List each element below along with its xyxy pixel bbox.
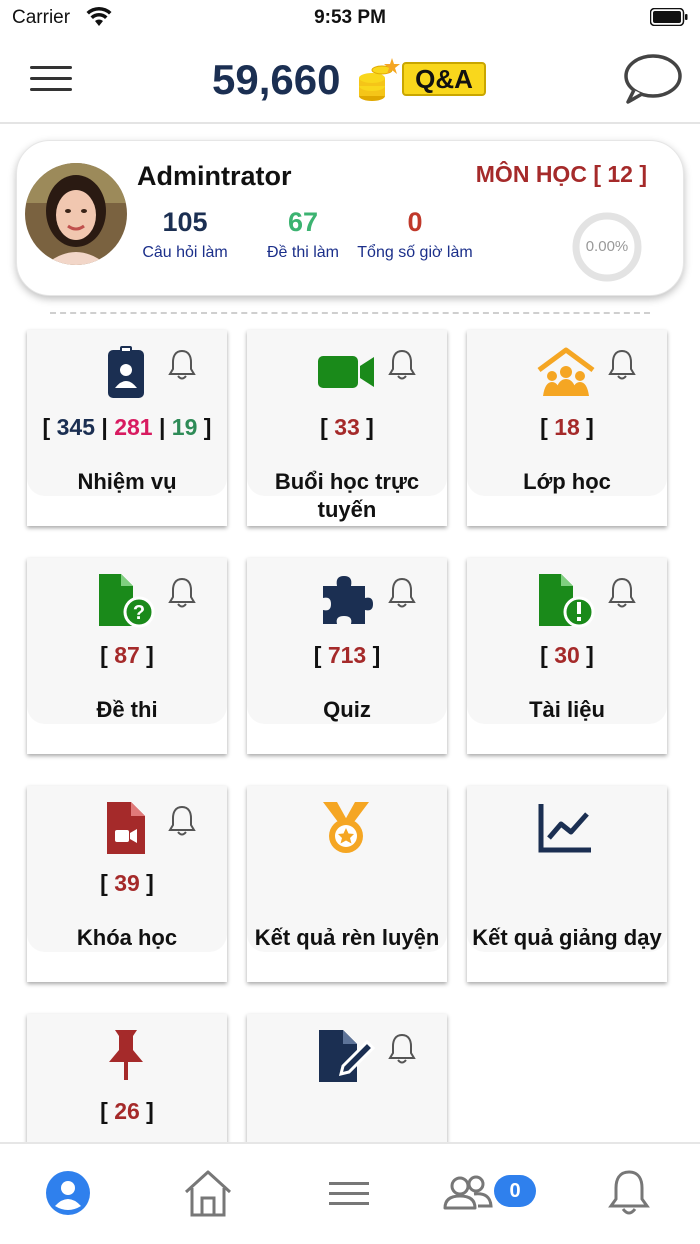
menu-icon-bar bbox=[30, 66, 72, 69]
coins-icon bbox=[359, 58, 400, 101]
battery-icon bbox=[650, 8, 688, 26]
menu-button[interactable] bbox=[30, 66, 72, 94]
count-value: 19 bbox=[171, 414, 198, 440]
bell-icon[interactable] bbox=[607, 348, 637, 382]
profile-card[interactable]: Admintrator MÔN HỌC [ 12 ] 105 Câu hỏi l… bbox=[16, 140, 684, 296]
count-value: 33 bbox=[334, 414, 360, 440]
tile-count: [ 30 ] bbox=[540, 642, 594, 668]
tile-label: Lớp học bbox=[523, 469, 611, 494]
profile-icon[interactable] bbox=[43, 1168, 93, 1218]
tile-label: Tài liệu bbox=[529, 697, 605, 722]
tile-count: [ 713 ] bbox=[313, 642, 381, 668]
stat-label: Câu hỏi làm bbox=[142, 244, 228, 261]
video-camera-icon bbox=[318, 356, 374, 388]
tile-count: [ 39 ] bbox=[100, 870, 154, 896]
tile-ket-qua-giang-day[interactable]: Kết quả giảng dạy bbox=[467, 786, 667, 982]
menu-icon-bar bbox=[30, 88, 72, 91]
stat-hours: 0 Tổng số giờ làm bbox=[349, 207, 481, 262]
stat-label: Tổng số giờ làm bbox=[357, 244, 473, 261]
puzzle-icon bbox=[323, 576, 373, 624]
group-icon[interactable] bbox=[442, 1168, 494, 1218]
divider bbox=[50, 312, 650, 314]
tile-label: Khóa học bbox=[76, 925, 178, 950]
status-bar: Carrier 9:53 PM bbox=[0, 0, 700, 36]
classroom-icon bbox=[537, 347, 595, 396]
count-value: 30 bbox=[554, 642, 580, 668]
medal-icon bbox=[323, 802, 369, 853]
count-value: 39 bbox=[114, 870, 140, 896]
menu-icon-bar bbox=[30, 77, 72, 80]
tile-count: [ 33 ] bbox=[320, 414, 374, 440]
tile-quiz[interactable]: [ 713 ] Quiz bbox=[247, 558, 447, 754]
count-value: 26 bbox=[114, 1098, 140, 1124]
svg-text:?: ? bbox=[133, 602, 145, 624]
stat-questions: 105 Câu hỏi làm bbox=[135, 207, 235, 262]
home-icon[interactable] bbox=[183, 1168, 233, 1218]
bell-icon[interactable] bbox=[167, 348, 197, 382]
count-value: 18 bbox=[554, 414, 580, 440]
tile-label: Kết quả giảng dạy bbox=[472, 925, 662, 950]
file-edit-icon bbox=[319, 1030, 375, 1082]
bell-icon[interactable] bbox=[387, 1032, 417, 1066]
progress-percent: 0.00% bbox=[585, 238, 629, 255]
count-value: 345 bbox=[56, 414, 95, 440]
tile-label: Kết quả rèn luyện bbox=[254, 925, 440, 950]
tile-buoi-hoc-truc-tuyen[interactable]: [ 33 ] Buổi học trực tuyến bbox=[247, 330, 447, 526]
user-name: Admintrator bbox=[137, 161, 292, 191]
stat-label: Đề thi làm bbox=[266, 244, 340, 261]
tile-label: Đề thi bbox=[96, 697, 158, 722]
chat-icon[interactable] bbox=[622, 52, 682, 106]
stat-value: 67 bbox=[287, 207, 319, 237]
tile-count: [ 345 | 281 | 19 ] bbox=[42, 414, 212, 440]
tile-label: Buổi học trực tuyến bbox=[274, 469, 420, 522]
bell-icon[interactable] bbox=[607, 576, 637, 610]
exam-file-icon: ? bbox=[99, 574, 155, 628]
line-chart-icon bbox=[538, 804, 591, 853]
bell-icon[interactable] bbox=[167, 804, 197, 838]
document-alert-icon bbox=[539, 574, 595, 628]
qa-button[interactable]: Q&A bbox=[402, 62, 486, 96]
bell-icon[interactable] bbox=[387, 348, 417, 382]
tile-count: [ 87 ] bbox=[100, 642, 154, 668]
bell-icon[interactable] bbox=[387, 576, 417, 610]
subjects-count[interactable]: MÔN HỌC [ 12 ] bbox=[476, 161, 647, 188]
tile-tai-lieu[interactable]: [ 30 ] Tài liệu bbox=[467, 558, 667, 754]
app-header: 59,660 Q&A bbox=[0, 36, 700, 124]
stat-exams: 67 Đề thi làm bbox=[248, 207, 358, 262]
tile-count: [ 18 ] bbox=[540, 414, 594, 440]
tile-ket-qua-ren-luyen[interactable]: Kết quả rèn luyện bbox=[247, 786, 447, 982]
avatar[interactable] bbox=[25, 163, 127, 265]
tile-nhiem-vu[interactable]: [ 345 | 281 | 19 ] Nhiệm vụ bbox=[27, 330, 227, 526]
tile-count: [ 26 ] bbox=[100, 1098, 154, 1124]
tile-khoa-hoc[interactable]: [ 39 ] Khóa học bbox=[27, 786, 227, 982]
tile-lop-hoc[interactable]: [ 18 ] Lớp học bbox=[467, 330, 667, 526]
video-file-icon bbox=[107, 802, 145, 854]
group-badge: 0 bbox=[494, 1175, 536, 1207]
tile-label: Quiz bbox=[323, 697, 371, 722]
tile-label: Nhiệm vụ bbox=[77, 469, 177, 494]
stat-value: 0 bbox=[407, 207, 423, 237]
count-value: 87 bbox=[114, 642, 140, 668]
pin-icon bbox=[109, 1030, 143, 1080]
bell-icon[interactable] bbox=[167, 576, 197, 610]
menu-icon[interactable] bbox=[324, 1168, 374, 1218]
bottom-nav: 0 bbox=[0, 1142, 700, 1244]
badge-icon bbox=[108, 346, 144, 398]
points-total: 59,660 bbox=[212, 56, 341, 103]
tile-de-thi[interactable]: ? [ 87 ] Đề thi bbox=[27, 558, 227, 754]
count-value: 713 bbox=[327, 642, 367, 668]
count-value: 281 bbox=[114, 414, 153, 440]
clock: 9:53 PM bbox=[314, 7, 386, 28]
bell-icon[interactable] bbox=[604, 1168, 654, 1218]
stat-value: 105 bbox=[162, 207, 208, 237]
